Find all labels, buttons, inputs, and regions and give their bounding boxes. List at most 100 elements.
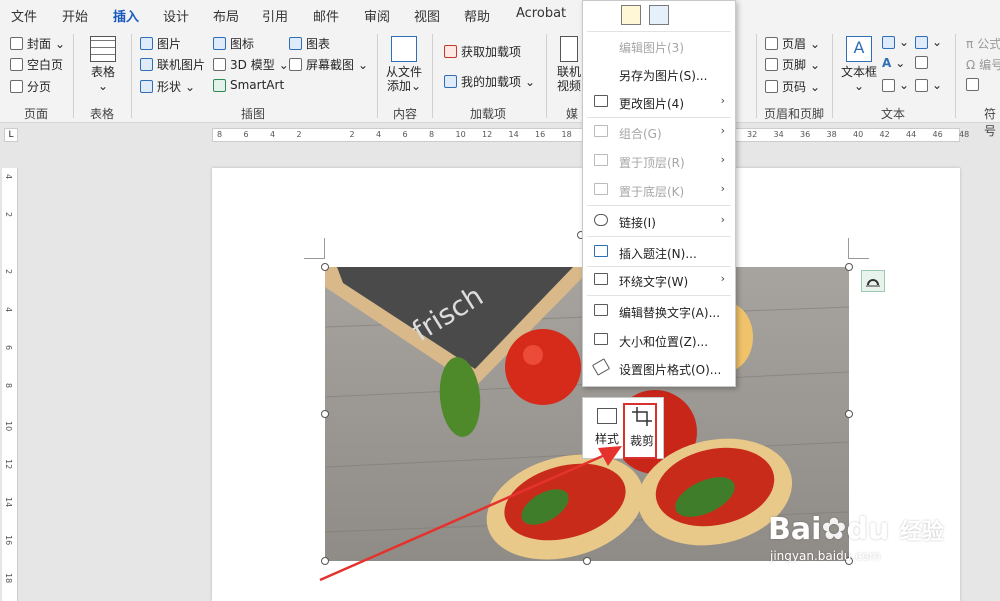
submenu-arrow-icon: ›	[720, 94, 725, 107]
picture-style-icon	[597, 408, 617, 424]
header-button[interactable]: 页眉 ⌄	[765, 35, 820, 52]
tab-acrobat[interactable]: Acrobat	[516, 6, 566, 21]
tab-review[interactable]: 审阅	[364, 6, 390, 25]
ruler-tick-label: 2	[296, 130, 302, 139]
menu-bring-to-front[interactable]: 置于顶层(R) ›	[583, 148, 733, 174]
tab-design[interactable]: 设计	[163, 6, 189, 25]
icons-icon	[213, 37, 226, 50]
paw-icon: ✿	[821, 512, 847, 547]
menu-format-picture[interactable]: 设置图片格式(O)...	[583, 355, 733, 381]
menu-save-as-picture[interactable]: 另存为图片(S)...	[583, 61, 733, 87]
ruler-tick-label: 32	[747, 130, 758, 139]
layout-options-button[interactable]	[861, 270, 885, 292]
smartart-icon	[213, 78, 226, 92]
ruler-tick-label: 10	[4, 421, 13, 432]
paste-keep-format-icon[interactable]	[621, 5, 641, 25]
screenshot-button[interactable]: 屏幕截图 ⌄	[289, 56, 368, 73]
menu-item-label: 置于顶层(R)	[619, 156, 685, 170]
symbol-button[interactable]: Ω 编号	[966, 56, 1000, 73]
get-addins-button[interactable]: 获取加载项	[444, 43, 521, 60]
3d-models-button[interactable]: 3D 模型 ⌄	[213, 56, 289, 73]
page-break-button[interactable]: 分页	[10, 78, 51, 95]
tab-help[interactable]: 帮助	[464, 6, 490, 25]
signature-line-button[interactable]: ⌄	[915, 35, 942, 49]
text-box-button[interactable]: A 文本框 ⌄	[840, 36, 878, 93]
ruler-tick-label: 12	[482, 130, 493, 139]
smartart-button[interactable]: SmartArt	[213, 78, 284, 92]
online-pictures-label: 联机图片	[157, 58, 206, 72]
number-button[interactable]	[966, 78, 979, 91]
cover-page-button[interactable]: 封面 ⌄	[10, 35, 65, 52]
paste-picture-icon[interactable]	[649, 5, 669, 25]
group-tables-label: 表格	[90, 107, 115, 121]
drop-cap-button[interactable]: ⌄	[882, 78, 909, 92]
pictures-label: 图片	[157, 37, 182, 51]
menu-item-label: 另存为图片(S)...	[619, 69, 708, 83]
chart-button[interactable]: 图表	[289, 35, 330, 52]
my-addins-button[interactable]: 我的加载项 ⌄	[444, 73, 535, 90]
change-picture-icon	[594, 95, 608, 107]
resize-handle-top-left[interactable]	[321, 263, 329, 271]
menu-edit-picture[interactable]: 编辑图片(3)	[583, 33, 733, 59]
tab-selector[interactable]: L	[4, 128, 18, 142]
tab-insert[interactable]: 插入	[113, 6, 140, 30]
ruler-tick-label: 4	[4, 307, 13, 313]
resize-handle-right[interactable]	[845, 410, 853, 418]
menu-item-label: 编辑替换文字(A)...	[619, 306, 721, 320]
footer-button[interactable]: 页脚 ⌄	[765, 56, 820, 73]
add-from-file-button[interactable]: 从文件 添加⌄	[384, 36, 424, 93]
shapes-button[interactable]: 形状 ⌄	[140, 78, 195, 95]
add-from-file-label-line2: 添加	[386, 79, 411, 93]
omega-icon: Ω	[966, 57, 976, 72]
chevron-down-icon: ⌄	[899, 78, 910, 92]
quick-parts-button[interactable]: ⌄	[882, 35, 909, 49]
vertical-ruler[interactable]: 4 2 2 4 6 8 10 12 14 16 18	[2, 168, 18, 601]
menu-send-to-back[interactable]: 置于底层(K) ›	[583, 177, 733, 203]
quick-parts-icon	[882, 35, 895, 49]
object-icon	[915, 78, 928, 92]
tab-references[interactable]: 引用	[262, 6, 288, 25]
menu-insert-caption[interactable]: 插入题注(N)...	[583, 239, 733, 265]
icons-button[interactable]: 图标	[213, 35, 254, 52]
object-button[interactable]: ⌄	[915, 78, 942, 92]
wordart-button[interactable]: A ⌄	[882, 56, 905, 70]
menu-group[interactable]: 组合(G) ›	[583, 119, 733, 145]
insert-caption-icon	[594, 245, 608, 257]
blank-page-button[interactable]: 空白页	[10, 56, 63, 73]
page-break-icon	[10, 80, 23, 93]
text-box-label: 文本框	[840, 65, 877, 79]
text-box-icon: A	[846, 36, 872, 62]
page-number-button[interactable]: 页码 ⌄	[765, 78, 820, 95]
pictures-button[interactable]: 图片	[140, 35, 181, 52]
menu-change-picture[interactable]: 更改图片(4) ›	[583, 89, 733, 115]
tab-home[interactable]: 开始	[62, 6, 88, 25]
online-pictures-button[interactable]: 联机图片	[140, 56, 205, 73]
tab-file[interactable]: 文件	[11, 6, 37, 25]
date-time-button[interactable]	[915, 56, 928, 69]
number-icon	[966, 78, 979, 91]
footer-icon	[765, 58, 778, 71]
table-button[interactable]: 表格 ⌄	[86, 36, 120, 93]
tab-view[interactable]: 视图	[414, 6, 440, 25]
chevron-down-icon: ⌄	[97, 79, 109, 93]
menu-link[interactable]: 链接(I) ›	[583, 208, 733, 234]
resize-handle-left[interactable]	[321, 410, 329, 418]
equation-button[interactable]: π 公式	[966, 35, 1000, 52]
smartart-label: SmartArt	[230, 78, 285, 92]
ruler-tick-label: 4	[376, 130, 382, 139]
submenu-arrow-icon: ›	[720, 124, 725, 137]
menu-size-and-position[interactable]: 大小和位置(Z)...	[583, 327, 733, 353]
tab-mailings[interactable]: 邮件	[313, 6, 339, 25]
group-illustrations-label: 插图	[241, 107, 266, 121]
header-icon	[765, 37, 778, 50]
tab-layout[interactable]: 布局	[213, 6, 239, 25]
chevron-down-icon: ⌄	[932, 78, 943, 92]
get-addins-label: 获取加载项	[461, 45, 522, 59]
group-text-label: 文本	[881, 107, 906, 121]
shapes-icon	[140, 80, 153, 93]
ruler-tick-label: 48	[959, 130, 970, 139]
menu-edit-alt-text[interactable]: 编辑替换文字(A)...	[583, 298, 733, 324]
resize-handle-top-right[interactable]	[845, 263, 853, 271]
menu-wrap-text[interactable]: 环绕文字(W) ›	[583, 267, 733, 293]
online-video-button[interactable]: 联机视频	[556, 36, 582, 93]
